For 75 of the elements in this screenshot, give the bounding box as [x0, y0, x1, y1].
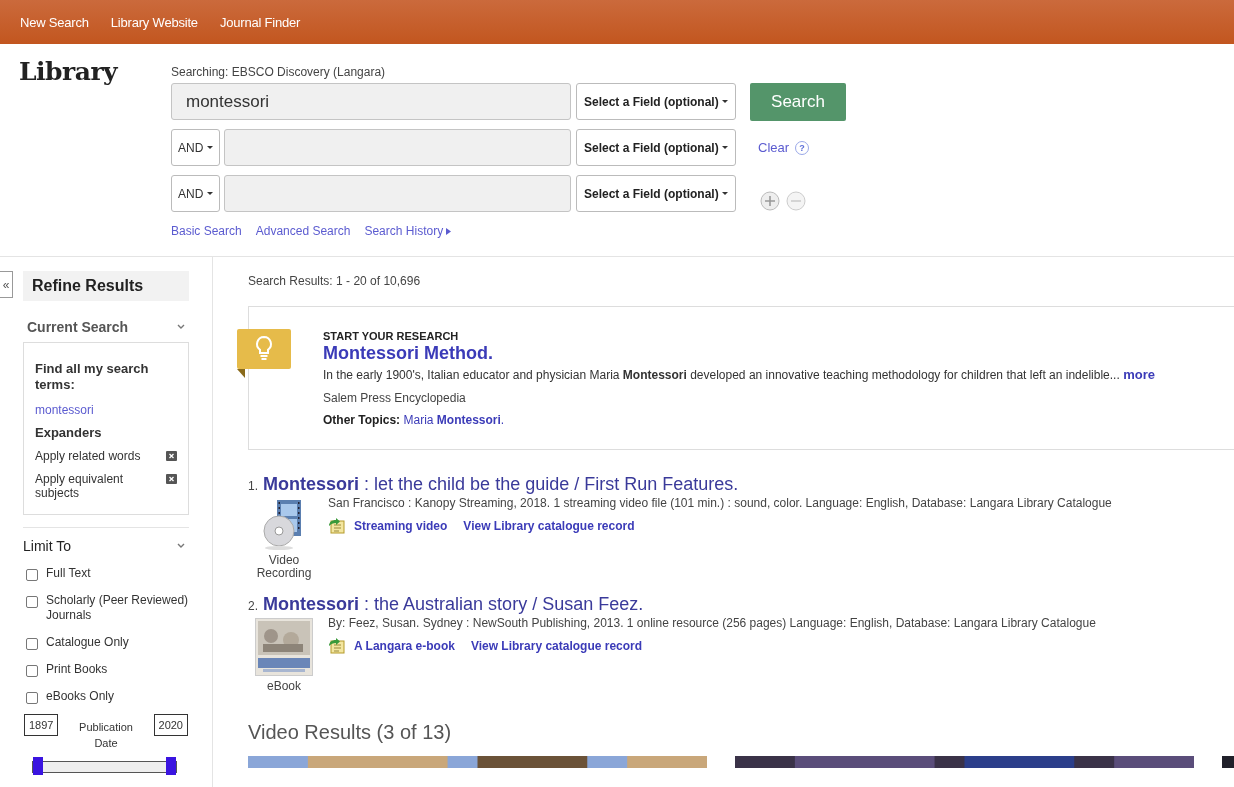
- result-link[interactable]: View Library catalogue record: [470, 638, 643, 654]
- format-label: Video Recording: [255, 554, 313, 580]
- format-label: eBook: [266, 680, 302, 693]
- result-title-link[interactable]: Montessori : the Australian story / Susan Feez.: [263, 594, 644, 614]
- caret-icon: [207, 146, 214, 149]
- section-heading[interactable]: Current Search: [27, 319, 129, 335]
- caret-icon: [721, 192, 728, 195]
- video-results-heading: Video Results (3 of 13): [248, 721, 453, 744]
- logo[interactable]: Library: [19, 57, 171, 91]
- triangle-icon: [446, 227, 452, 235]
- checkbox-label[interactable]: Full Text: [46, 566, 91, 581]
- searching-label: Searching: EBSCO Discovery (Langara): [171, 65, 387, 81]
- caret-icon: [721, 100, 728, 103]
- slider-handle[interactable]: [166, 757, 176, 775]
- search-field[interactable]: montessori: [171, 83, 571, 120]
- field-dropdown[interactable]: Select a Field (optional): [576, 129, 736, 166]
- section-heading[interactable]: Limit To: [23, 538, 71, 554]
- collapse-button[interactable]: «: [0, 271, 13, 298]
- result-details: San Francisco : Kanopy Streaming, 2018. 1 streaming video file (101 min.) : sound, color. Language: English, Database: Langara Library Catalogue: [328, 496, 1112, 510]
- result-link[interactable]: View Library catalogue record: [463, 518, 635, 534]
- nav-link[interactable]: Library Website: [110, 14, 198, 30]
- search-term-link[interactable]: montessori: [35, 403, 177, 417]
- expander-label: Apply related words: [35, 449, 142, 463]
- caret-icon: [721, 146, 728, 149]
- result-details: By: Feez, Susan. Sydney : NewSouth Publishing, 2013. 1 online resource (256 pages) Language: English, Database: Langara Library Catalogue: [328, 616, 1096, 630]
- checkbox-label[interactable]: Scholarly (Peer Reviewed) Journals: [46, 593, 189, 623]
- lightbulb-icon: [237, 329, 293, 379]
- date-field[interactable]: 2020: [153, 714, 188, 736]
- operator-dropdown[interactable]: AND: [171, 175, 220, 212]
- research-title-link[interactable]: Montessori Method.: [323, 343, 1234, 364]
- source-text: Salem Press Encyclopedia: [323, 391, 467, 405]
- add-row-icon[interactable]: [760, 190, 780, 211]
- checkbox-label[interactable]: eBooks Only: [46, 689, 115, 704]
- topics-label: Other Topics:: [323, 413, 401, 427]
- checkbox[interactable]: [26, 596, 38, 608]
- clear-link[interactable]: Clear: [758, 140, 790, 155]
- remove-icon[interactable]: [166, 451, 177, 461]
- search-field[interactable]: [224, 175, 571, 212]
- field-dropdown[interactable]: Select a Field (optional): [576, 175, 736, 212]
- search-field[interactable]: [224, 129, 571, 166]
- result-number: 1.: [248, 479, 258, 493]
- remove-icon[interactable]: [166, 474, 177, 484]
- checkbox[interactable]: [26, 638, 38, 650]
- find-label: Find all my search terms:: [35, 361, 150, 393]
- result-title-link[interactable]: Montessori : let the child be the guide / First Run Features.: [263, 474, 739, 494]
- checkbox[interactable]: [26, 665, 38, 677]
- results-count: Search Results: 1 - 20 of 10,696: [248, 274, 422, 288]
- snippet-text: In the early 1900's, Italian educator and physician Maria Montessori developed an innovative teaching methodology for children that left an indelible...: [323, 368, 1120, 382]
- topic-link[interactable]: Maria Montessori.: [403, 413, 505, 427]
- date-field[interactable]: 1897: [24, 714, 59, 736]
- refine-results-heading: Refine Results: [23, 271, 189, 301]
- chevron-icon[interactable]: [177, 543, 185, 549]
- checkbox[interactable]: [26, 569, 38, 581]
- field-dropdown[interactable]: Select a Field (optional): [576, 83, 736, 120]
- search-button[interactable]: Search: [750, 82, 846, 121]
- result-link[interactable]: Streaming video: [328, 518, 448, 534]
- checkbox-label[interactable]: Print Books: [46, 662, 108, 677]
- nav-link[interactable]: New Search: [20, 14, 89, 30]
- nav-link[interactable]: Journal Finder: [219, 14, 301, 30]
- more-link[interactable]: more: [1123, 367, 1155, 382]
- operator-dropdown[interactable]: AND: [171, 129, 220, 166]
- card-kicker: START YOUR RESEARCH: [323, 330, 460, 342]
- expander-label: Apply equivalent subjects: [35, 472, 125, 500]
- chevron-icon[interactable]: [177, 324, 185, 330]
- search-link[interactable]: Search History: [364, 224, 452, 238]
- expanders-heading: Expanders: [35, 425, 103, 440]
- result-link[interactable]: A Langara e-book: [328, 638, 455, 654]
- search-link[interactable]: Advanced Search: [255, 224, 351, 238]
- search-link[interactable]: Basic Search: [171, 224, 242, 238]
- checkbox[interactable]: [26, 692, 38, 704]
- result-number: 2.: [248, 599, 258, 613]
- slider-handle[interactable]: [33, 757, 43, 775]
- caret-icon: [207, 192, 214, 195]
- checkbox-label[interactable]: Catalogue Only: [46, 635, 129, 650]
- date-label: Publication Date: [78, 720, 134, 751]
